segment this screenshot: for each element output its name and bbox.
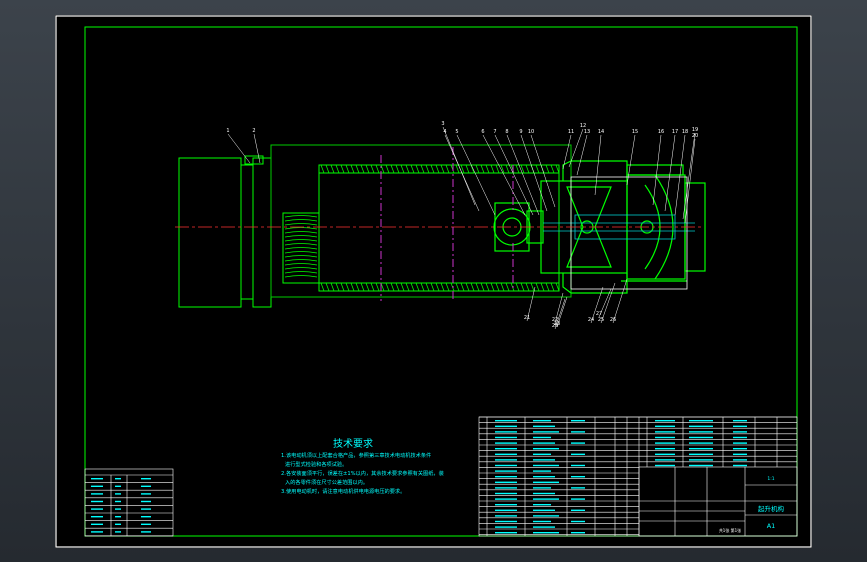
leader-line xyxy=(562,134,572,170)
part-number: 18 xyxy=(682,129,688,135)
tech-line-4: 入的各零件须在尺寸公差范围以内。 xyxy=(285,478,368,486)
motor-body xyxy=(178,157,242,308)
tech-line-5: 3.使用电动机时，请注意电动机供电电源电压的要求。 xyxy=(281,487,405,495)
leader-line xyxy=(626,134,636,186)
part-number: 20 xyxy=(692,133,698,139)
drawing-canvas: 1 234 5 6 7 8 9 10 111213 14 15 16 17 18 192021 222324 2… xyxy=(55,15,812,548)
leader-line xyxy=(684,138,696,224)
leader-line xyxy=(664,134,676,212)
tech-title: 技术要求 xyxy=(333,437,373,450)
part-number: 26 xyxy=(610,317,616,323)
part-number: 4 xyxy=(443,129,446,135)
motor-flange xyxy=(240,164,254,300)
part-number: 9 xyxy=(519,129,522,135)
part-number: 5 xyxy=(455,129,458,135)
parts-list-entries xyxy=(495,420,747,534)
scale-label: 1:1 xyxy=(767,476,774,482)
part-number: 2 xyxy=(252,128,255,134)
part-number: 10 xyxy=(528,129,534,135)
tech-requirements: 技术要求 1.该电动机须以上配套合格产品，参照第三章技术电动机技术条件 进行型式… xyxy=(281,437,444,495)
parts-list xyxy=(478,416,798,537)
part-number: 14 xyxy=(598,129,604,135)
part-number: 11 xyxy=(568,129,574,135)
part-number: 1 xyxy=(226,128,229,134)
leader-line xyxy=(594,134,602,196)
part-number: 6 xyxy=(481,129,484,135)
drawing-sheet: 1 2 3 4 5 6 7 8 9 10 11 12 13 14 15 16 17 18 19 20 21 22 23 24 2… xyxy=(55,15,812,548)
leader-line xyxy=(253,133,261,164)
part-number: 7 xyxy=(493,129,496,135)
part-number: 13 xyxy=(584,129,590,135)
part-number: 15 xyxy=(632,129,638,135)
part-number: 27 xyxy=(596,311,602,317)
part-number: 16 xyxy=(658,129,664,135)
cad-viewport: 1 2 3 4 5 6 7 8 9 10 11 12 13 14 15 16 17 18 19 20 21 22 23 24 2… xyxy=(0,0,867,562)
outer-frame xyxy=(55,15,812,548)
leader-line xyxy=(227,133,251,164)
motor-cap xyxy=(252,157,272,308)
rope-drum xyxy=(318,164,560,292)
part-number: 24 xyxy=(588,317,594,323)
sheet-size: A1 xyxy=(767,522,776,530)
tech-line-2: 进行型式检验和各项试验。 xyxy=(285,460,347,468)
part-number: 17 xyxy=(672,129,678,135)
drawing-name: 起升机构 xyxy=(758,504,785,513)
tech-line-3: 2.各安装面须平行，误差在±1%以内，其余技术要求参照有关图纸，装 xyxy=(281,469,444,477)
part-number: 28 xyxy=(552,323,558,329)
part-number: 25 xyxy=(598,317,604,323)
spring-coils xyxy=(284,215,318,278)
tech-line-1: 1.该电动机须以上配套合格产品，参照第三章技术电动机技术条件 xyxy=(281,451,431,459)
leader-line xyxy=(530,134,556,208)
part-number: 8 xyxy=(505,129,508,135)
leader-line xyxy=(652,134,662,206)
part-number: 21 xyxy=(524,315,530,321)
rope-grooves xyxy=(320,164,560,292)
part-number: 3 xyxy=(441,121,444,127)
sheet-count: 共1张 第1张 xyxy=(719,527,741,533)
